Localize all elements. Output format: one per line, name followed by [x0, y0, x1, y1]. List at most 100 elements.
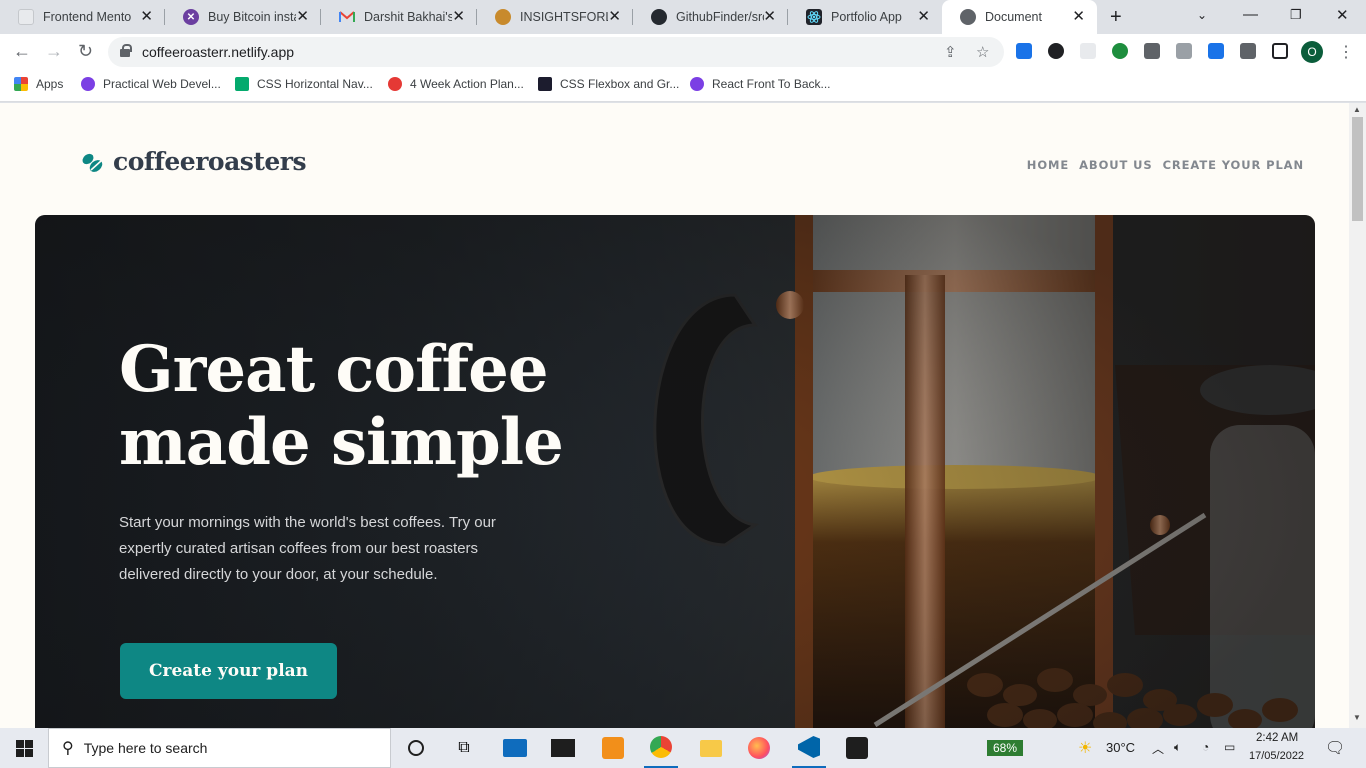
windows-taskbar: ⚲ Type here to search ⧉ 68% ☀ 30°C ︿ 🔈︎ …: [0, 728, 1366, 768]
forward-arrow-icon[interactable]: →: [45, 41, 63, 62]
battery-indicator[interactable]: 68%: [980, 728, 1030, 768]
globe-icon: [960, 9, 976, 25]
battery-icon[interactable]: ▭: [1224, 740, 1235, 754]
battery-percent: 68%: [986, 740, 1024, 756]
tab-title: INSIGHTSFORLIV: [520, 10, 608, 24]
scroll-up-icon[interactable]: ▲: [1353, 105, 1361, 114]
tab-gmail[interactable]: Darshit Bakhai's 2 ✕: [321, 0, 477, 34]
taskbar-search[interactable]: ⚲ Type here to search: [48, 728, 391, 768]
frontend-mentor-favicon-icon: [18, 9, 34, 25]
menu-kebab-icon[interactable]: ⋮: [1338, 42, 1354, 62]
address-bar[interactable]: coffeeroasterr.netlify.app ⇪ ☆: [108, 37, 1004, 67]
tab-search-chevron-icon[interactable]: ⌄: [1197, 8, 1207, 22]
tab-title: Portfolio App: [831, 10, 902, 24]
lock-icon: [120, 44, 132, 57]
action-plan-icon: [388, 77, 402, 91]
bookmark-label: Apps: [36, 77, 64, 91]
nav-about-us[interactable]: ABOUT US: [1079, 158, 1152, 172]
tab-close-icon[interactable]: ✕: [1072, 9, 1085, 25]
cortana-icon[interactable]: [400, 728, 432, 768]
tab-frontend-mentor[interactable]: Frontend Mentor ✕: [0, 0, 165, 34]
scrollbar-thumb[interactable]: [1352, 117, 1363, 221]
hero-title-line-2: made simple: [119, 405, 564, 480]
reload-icon[interactable]: ↻: [78, 41, 93, 62]
bookmark-practical-web[interactable]: Practical Web Devel...: [81, 77, 221, 91]
bookmark-apps[interactable]: Apps: [14, 77, 63, 91]
bookmark-label: CSS Horizontal Nav...: [257, 77, 373, 91]
hero-title: Great coffee made simple: [119, 333, 679, 479]
weather-icon: ☀: [1078, 740, 1093, 757]
vscode-icon[interactable]: [792, 728, 826, 768]
file-explorer-icon[interactable]: [694, 728, 728, 768]
coffee-bean-logo-icon: [81, 150, 105, 174]
bookmark-css-nav[interactable]: CSS Horizontal Nav...: [235, 77, 373, 91]
window-close-icon[interactable]: ✕: [1336, 6, 1349, 24]
tab-buy-bitcoin[interactable]: ✕ Buy Bitcoin insta ✕: [165, 0, 321, 34]
browser-toolbar: ← → ↻ coffeeroasterr.netlify.app ⇪ ☆: [0, 34, 1366, 70]
bookmark-star-icon[interactable]: ☆: [976, 43, 989, 61]
scroll-down-icon[interactable]: ▼: [1353, 713, 1361, 722]
speaker-icon[interactable]: 🔈︎: [1174, 740, 1181, 755]
new-tab-icon[interactable]: +: [1110, 6, 1122, 29]
chrome-icon[interactable]: [644, 728, 678, 768]
side-panel-icon[interactable]: [1272, 43, 1288, 59]
bookmark-action-plan[interactable]: 4 Week Action Plan...: [388, 77, 524, 91]
bookmarks-bar: Apps Practical Web Devel... CSS Horizont…: [0, 70, 1366, 102]
tab-title: Frontend Mentor: [43, 10, 131, 24]
bookmark-react[interactable]: React Front To Back...: [690, 77, 831, 91]
tab-close-icon[interactable]: ✕: [140, 9, 153, 25]
chevron-up-icon[interactable]: ︿: [1152, 740, 1164, 757]
tab-insights[interactable]: INSIGHTSFORLIV ✕: [477, 0, 633, 34]
minimize-icon[interactable]: —: [1243, 6, 1258, 23]
clock-time[interactable]: 2:42 AM: [1256, 732, 1298, 744]
notifications-icon[interactable]: 🗨︎: [1325, 738, 1345, 758]
firefox-icon[interactable]: [742, 728, 776, 768]
sync-extension-icon[interactable]: [1048, 43, 1064, 59]
tab-document[interactable]: Document ✕: [942, 0, 1097, 34]
tab-close-icon[interactable]: ✕: [452, 9, 465, 25]
car-extension-icon[interactable]: [1144, 43, 1160, 59]
share-icon[interactable]: ⇪: [944, 43, 957, 61]
tab-github[interactable]: GithubFinder/src ✕: [633, 0, 788, 34]
figma-icon[interactable]: [840, 728, 874, 768]
start-button[interactable]: [0, 728, 48, 768]
wifi-icon[interactable]: ◔: [1202, 740, 1209, 754]
insights-favicon-icon: [495, 9, 511, 25]
back-arrow-icon[interactable]: ←: [13, 41, 31, 62]
create-your-plan-button[interactable]: Create your plan: [120, 643, 337, 699]
puzzle-extensions-icon[interactable]: [1240, 43, 1256, 59]
tab-title: GithubFinder/src: [676, 10, 764, 24]
download-extension-icon[interactable]: [1016, 43, 1032, 59]
terminal-icon[interactable]: [546, 728, 580, 768]
mail-icon[interactable]: [498, 728, 532, 768]
blank-extension-icon[interactable]: [1080, 43, 1096, 59]
weather-temperature[interactable]: 30°C: [1106, 740, 1135, 755]
logo-wordmark: coffeeroasters: [113, 147, 307, 176]
react-icon: [806, 9, 822, 25]
page-scrollbar[interactable]: ▲ ▼: [1349, 103, 1366, 728]
taskbar-search-placeholder: Type here to search: [83, 740, 208, 756]
restore-icon[interactable]: ❐: [1290, 7, 1302, 23]
profile-avatar[interactable]: O: [1301, 41, 1323, 63]
main-nav: HOME ABOUT US CREATE YOUR PLAN: [1027, 158, 1304, 172]
apps-grid-icon: [14, 77, 28, 91]
sublime-text-icon[interactable]: [596, 728, 630, 768]
nav-create-your-plan[interactable]: CREATE YOUR PLAN: [1163, 158, 1304, 172]
bookmark-label: 4 Week Action Plan...: [410, 77, 524, 91]
task-view-icon[interactable]: ⧉: [448, 728, 480, 768]
url-text[interactable]: coffeeroasterr.netlify.app: [142, 44, 294, 60]
nav-home[interactable]: HOME: [1027, 158, 1069, 172]
tab-portfolio[interactable]: Portfolio App ✕: [788, 0, 942, 34]
green-extension-icon[interactable]: [1112, 43, 1128, 59]
screen-extension-icon[interactable]: [1208, 43, 1224, 59]
udemy-icon: [81, 77, 95, 91]
tab-close-icon[interactable]: ✕: [608, 9, 621, 25]
camera-extension-icon[interactable]: [1176, 43, 1192, 59]
bookmark-flexbox[interactable]: CSS Flexbox and Gr...: [538, 77, 679, 91]
tab-close-icon[interactable]: ✕: [917, 9, 930, 25]
tab-close-icon[interactable]: ✕: [763, 9, 776, 25]
site-logo[interactable]: coffeeroasters: [81, 147, 307, 176]
tab-close-icon[interactable]: ✕: [296, 9, 309, 25]
clock-date[interactable]: 17/05/2022: [1249, 750, 1304, 762]
hero-description: Start your mornings with the world's bes…: [119, 514, 496, 583]
